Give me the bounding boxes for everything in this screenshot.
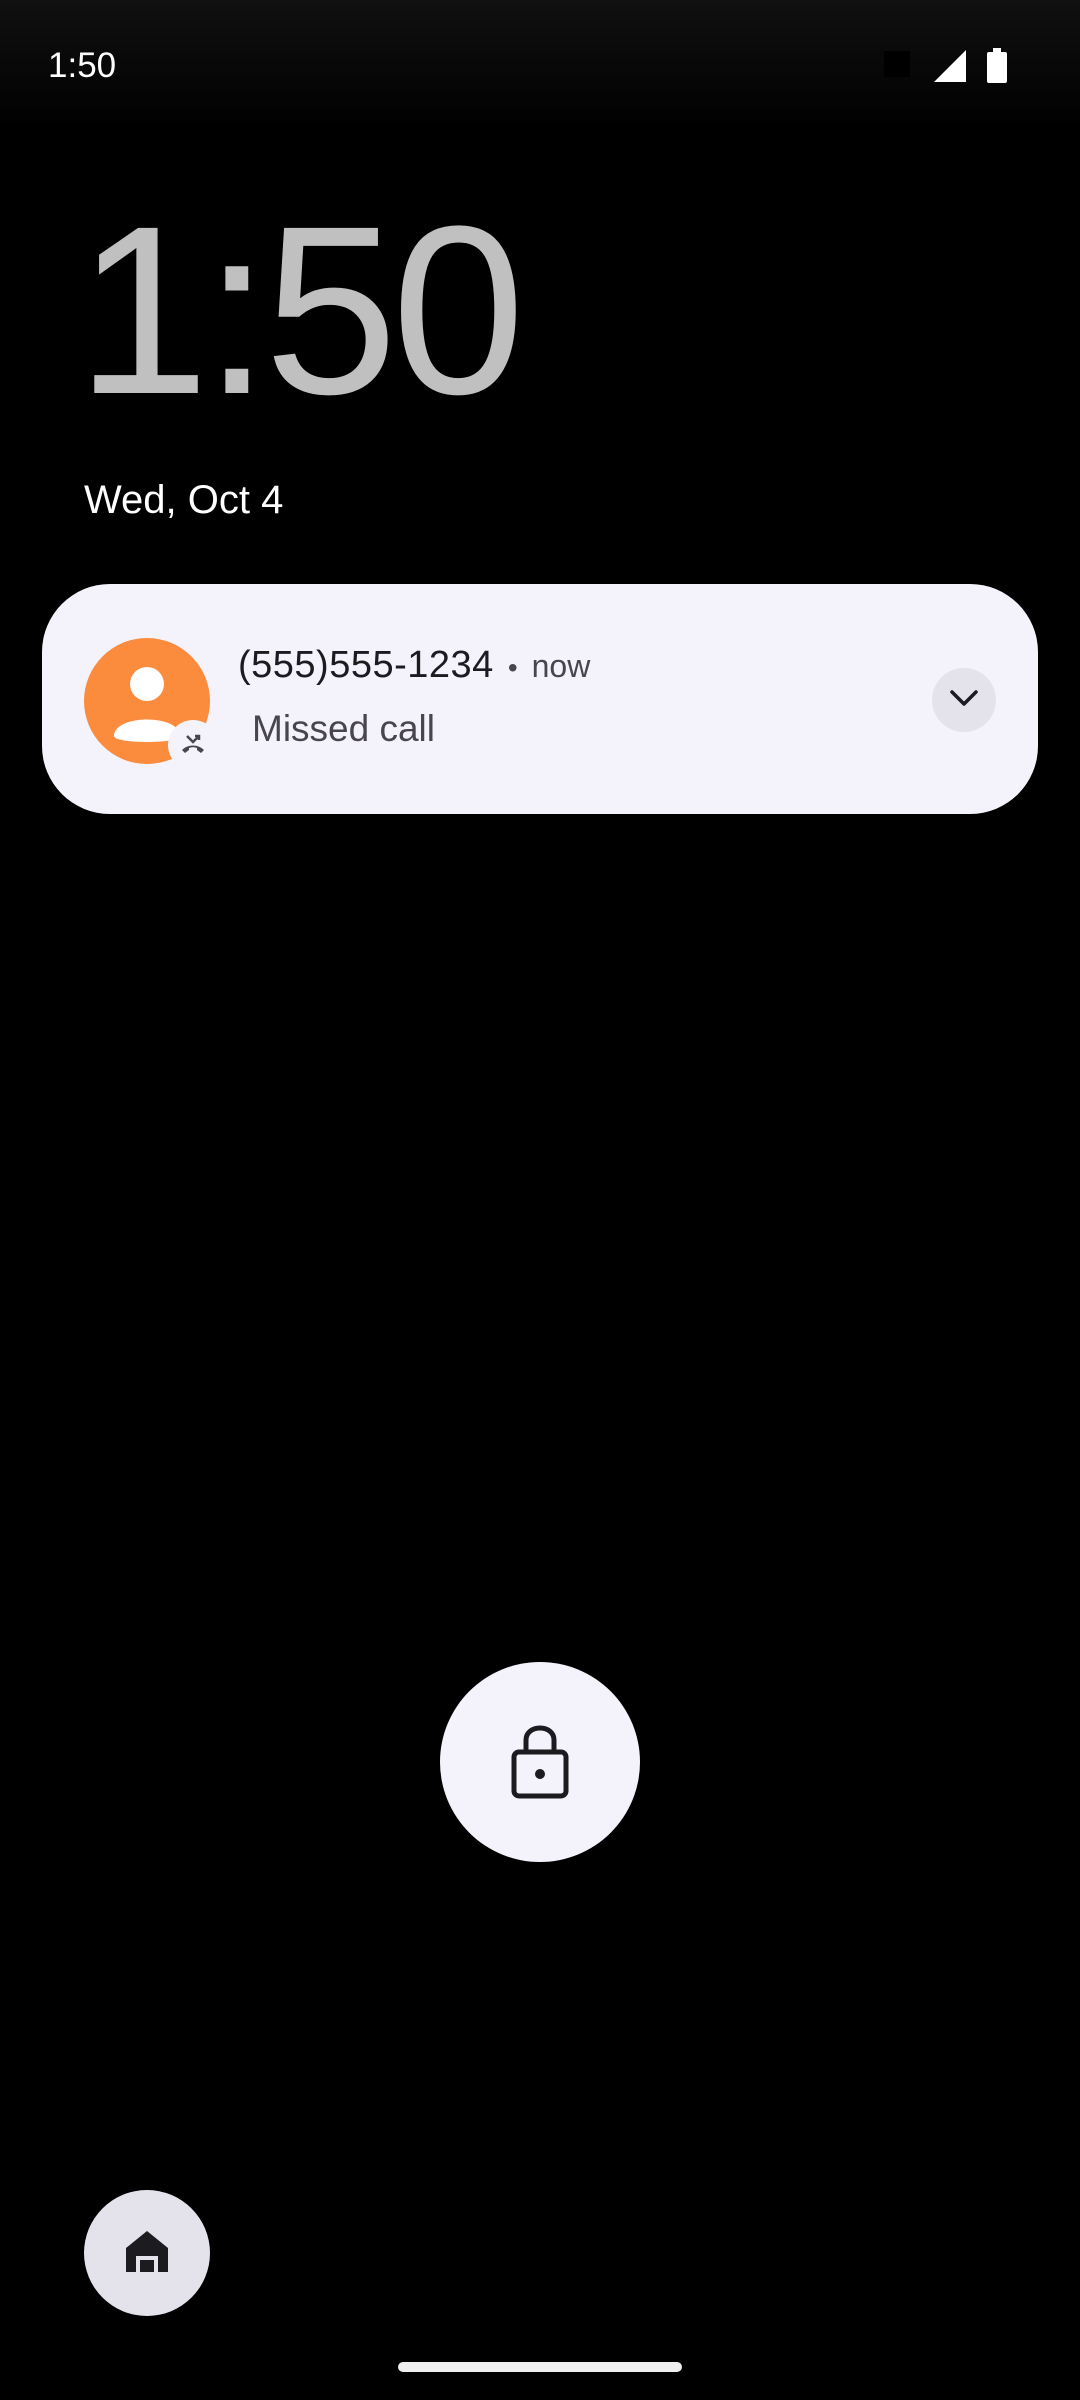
notification-header: (555)555-1234 • now [238,644,590,687]
battery-icon [986,48,1008,89]
home-icon [122,2226,172,2281]
lock-clock: 1:50 [76,176,525,444]
notification-title: (555)555-1234 [238,644,494,686]
chevron-down-icon [946,686,982,715]
navigation-handle[interactable] [398,2362,682,2372]
home-controls-button[interactable] [84,2190,210,2316]
expand-button[interactable] [932,668,996,732]
notification-separator: • [507,652,518,683]
status-bar: 1:50 [0,0,1080,130]
status-icons [884,48,1008,89]
lock-date: Wed, Oct 4 [84,478,284,522]
lock-icon [510,1720,570,1805]
notification-time: now [531,648,591,684]
status-time: 1:50 [48,46,117,85]
notification-text: Missed call [252,708,435,749]
notification-dot-icon [884,51,914,86]
cellular-signal-icon [932,48,968,89]
unlock-button[interactable] [440,1662,640,1862]
missed-call-icon [168,720,218,770]
